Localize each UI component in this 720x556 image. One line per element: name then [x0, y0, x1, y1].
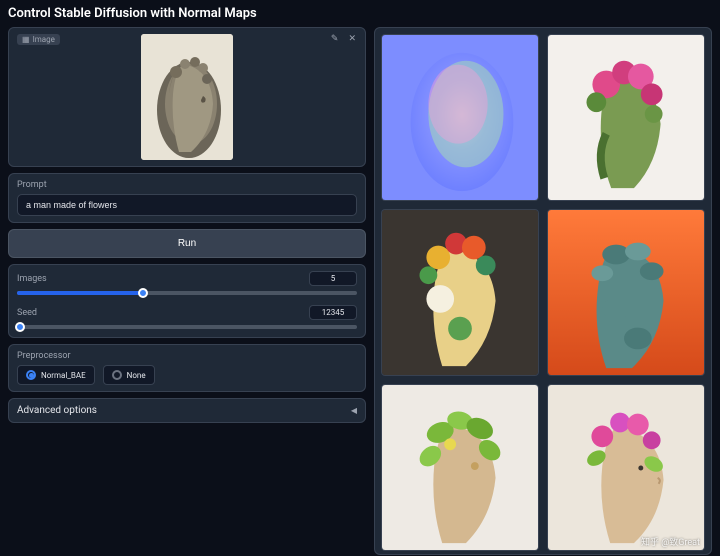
main-layout: ▦ Image ✎ ✕ [8, 27, 712, 555]
run-button[interactable]: Run [8, 229, 366, 258]
radio-dot-icon [26, 370, 36, 380]
gallery-item[interactable] [381, 384, 539, 551]
prompt-input[interactable] [17, 194, 357, 216]
seed-value[interactable]: 12345 [309, 305, 357, 320]
radio-label: None [127, 371, 146, 380]
image-tag-label: Image [33, 35, 55, 44]
radio-dot-icon [112, 370, 122, 380]
output-gallery: 知乎 @致Great [374, 27, 712, 555]
image-input-panel[interactable]: ▦ Image ✎ ✕ [8, 27, 366, 167]
preprocessor-panel: Preprocessor Normal_BAE None [8, 344, 366, 392]
edit-icon[interactable]: ✎ [328, 33, 342, 45]
radio-label: Normal_BAE [41, 371, 86, 380]
gallery-item[interactable] [381, 34, 539, 201]
controls-column: ▦ Image ✎ ✕ [8, 27, 366, 555]
preprocessor-label: Preprocessor [17, 351, 357, 361]
gallery-item[interactable] [547, 34, 705, 201]
slider-panel: Images 5 Seed 12345 [8, 264, 366, 338]
page-title: Control Stable Diffusion with Normal Map… [8, 6, 712, 21]
seed-label: Seed [17, 308, 37, 318]
images-value[interactable]: 5 [309, 271, 357, 286]
radio-none[interactable]: None [103, 365, 155, 385]
advanced-options-toggle[interactable]: Advanced options ◀ [8, 398, 366, 423]
image-icon: ▦ [22, 35, 30, 44]
prompt-label: Prompt [17, 180, 357, 190]
gallery-item[interactable] [381, 209, 539, 376]
gallery-column: 知乎 @致Great [374, 27, 712, 555]
image-preview[interactable] [141, 34, 233, 160]
images-slider-header: Images 5 [17, 271, 357, 286]
seed-slider[interactable] [17, 325, 357, 329]
radio-normal-bae[interactable]: Normal_BAE [17, 365, 95, 385]
chevron-left-icon: ◀ [351, 406, 357, 415]
prompt-panel: Prompt [8, 173, 366, 223]
gallery-item[interactable] [547, 209, 705, 376]
preprocessor-radio-group: Normal_BAE None [17, 365, 357, 385]
gallery-item[interactable]: 知乎 @致Great [547, 384, 705, 551]
seed-slider-header: Seed 12345 [17, 305, 357, 320]
images-slider[interactable] [17, 291, 357, 295]
close-icon[interactable]: ✕ [345, 33, 359, 45]
image-tag: ▦ Image [17, 34, 60, 45]
watermark: 知乎 @致Great [641, 535, 700, 548]
images-label: Images [17, 274, 47, 284]
advanced-label: Advanced options [17, 405, 97, 416]
